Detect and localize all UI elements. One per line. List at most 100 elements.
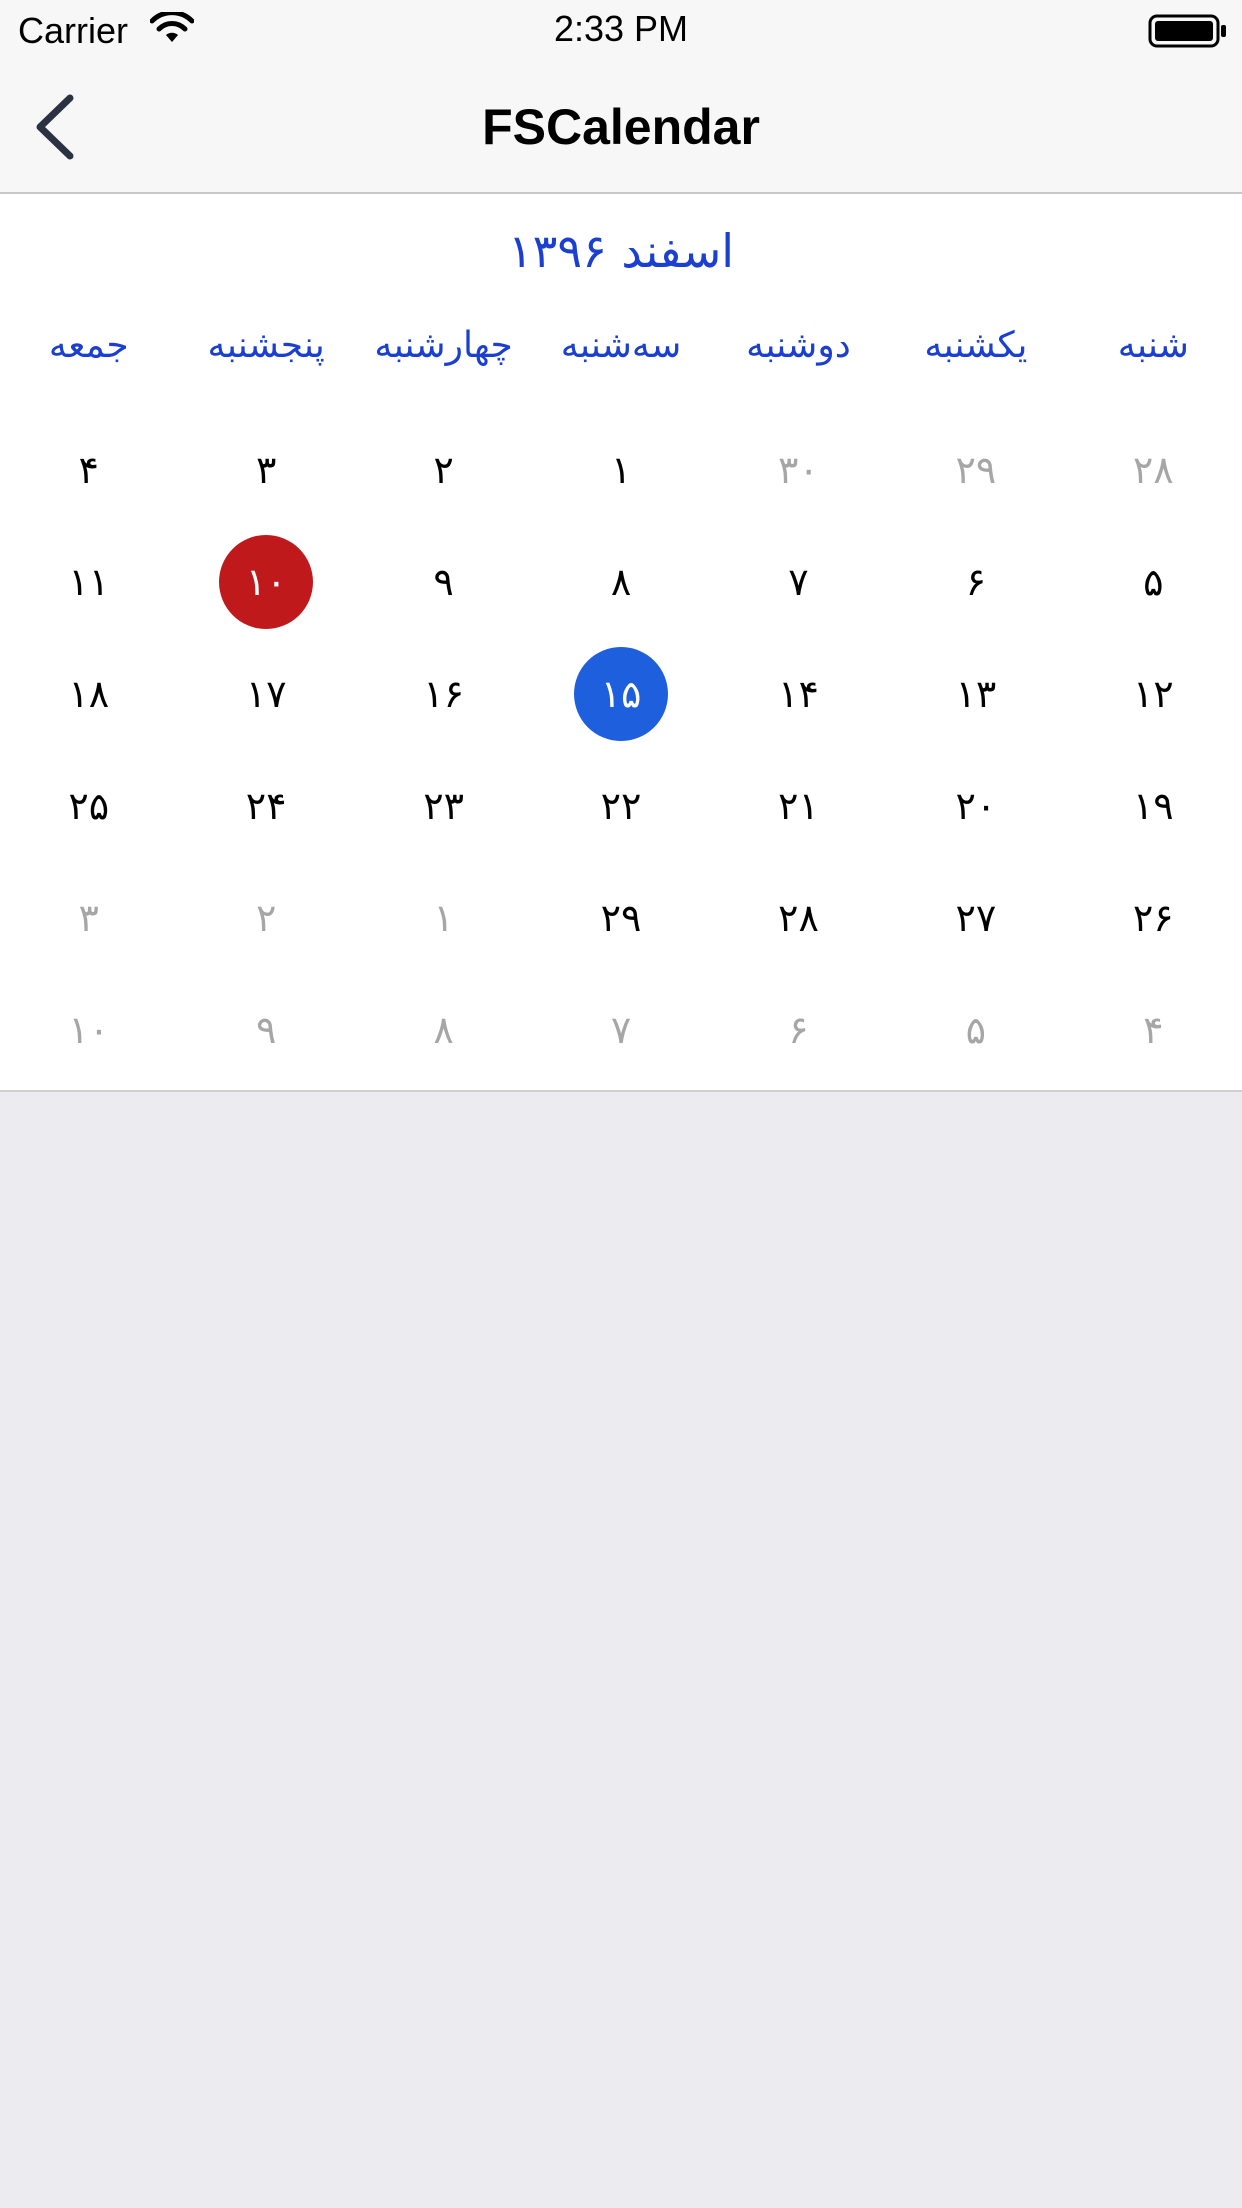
day-number: ۲۶ [1132,896,1174,940]
day-cell-normal[interactable]: ۲۶ [1065,862,1242,974]
weekday-label: دوشنبه [746,325,851,366]
day-number: ۵ [1143,560,1164,604]
day-number: ۲۱ [778,784,819,828]
day-number: ۴ [78,448,99,492]
day-number: ۲ [255,896,277,940]
day-number: ۳ [255,448,277,492]
day-number: ۸ [433,1008,454,1052]
day-number: ۵ [965,1008,987,1052]
weekday-label: چهارشنبه [374,325,513,366]
day-cell-normal[interactable]: ۱۴ [710,638,887,750]
calendar-grid: ۲۸ ۲۹ ۳۰ ۱ ۲ ۳ ۴ ۵ ۶ ۷ ۸ ۹ ۱۰ ۱۱ ۱۲ ۱۳ ۱۴ ۱۵ ۱۶ ۱۷ ۱۸ ۱۹ ۲۰ ۲۱ ۲… [0,414,1242,1086]
day-number: ۲۹ [955,448,997,492]
day-number: ۱۶ [423,672,465,716]
day-cell-outside[interactable]: ۵ [887,974,1064,1086]
day-cell-normal[interactable]: ۸ [532,526,709,638]
day-cell-normal[interactable]: ۲۸ [710,862,887,974]
day-cell-outside[interactable]: ۶ [710,974,887,1086]
day-cell-normal[interactable]: ۴ [0,414,177,526]
day-cell-normal[interactable]: ۲۰ [887,750,1064,862]
day-cell-normal[interactable]: ۲۲ [532,750,709,862]
day-cell-normal[interactable]: ۵ [1065,526,1242,638]
day-cell-normal[interactable]: ۲۵ [0,750,177,862]
day-cell-normal[interactable]: ۶ [887,526,1064,638]
day-number: ۱۴ [778,672,819,716]
day-number: ۱۹ [1132,784,1174,828]
day-cell-normal[interactable]: ۱۹ [1065,750,1242,862]
day-cell-normal[interactable]: ۳ [177,414,354,526]
status-bar: Carrier 2:33 PM [0,0,1242,62]
day-cell-normal[interactable]: ۲۱ [710,750,887,862]
day-cell-normal[interactable]: ۷ [710,526,887,638]
day-cell-normal[interactable]: ۲ [355,414,532,526]
day-number: ۲ [433,448,454,492]
battery-icon [1148,14,1226,48]
day-number: ۸ [610,560,632,604]
day-cell-normal[interactable]: ۱۳ [887,638,1064,750]
day-number: ۳ [78,896,99,940]
day-number: ۲۳ [423,784,465,828]
day-cell-outside[interactable]: ۲۹ [887,414,1064,526]
day-number: ۲۸ [778,896,819,940]
day-cell-normal[interactable]: ۱۷ [177,638,354,750]
weekday-label: جمعه [48,325,129,366]
navigation-bar: FSCalendar [0,62,1242,194]
nav-title: FSCalendar [482,99,760,155]
day-cell-normal[interactable]: ۱۶ [355,638,532,750]
day-number: ۲۵ [68,784,110,828]
day-number: ۲۴ [245,784,287,828]
day-number: ۴ [1143,1008,1164,1052]
day-cell-selected[interactable]: ۱۵ [532,638,709,750]
day-cell-normal[interactable]: ۱۲ [1065,638,1242,750]
day-cell-outside[interactable]: ۳۰ [710,414,887,526]
day-number: ۷ [610,1008,632,1052]
day-cell-normal[interactable]: ۲۹ [532,862,709,974]
day-cell-outside[interactable]: ۲ [177,862,354,974]
week-row: ۱۹ ۲۰ ۲۱ ۲۲ ۲۳ ۲۴ ۲۵ [0,750,1242,862]
day-cell-normal[interactable]: ۲۴ [177,750,354,862]
day-cell-outside[interactable]: ۷ [532,974,709,1086]
day-number: ۱ [610,448,632,492]
day-cell-normal[interactable]: ۹ [355,526,532,638]
day-number: ۱۰ [68,1008,110,1052]
day-number: ۹ [433,560,454,604]
weekday-header: شنبه یکشنبه دوشنبه سه‌شنبه چهارشنبه پنجشنبه جم… [0,316,1242,376]
day-cell-outside[interactable]: ۳ [0,862,177,974]
day-cell-normal[interactable]: ۲۳ [355,750,532,862]
calendar: اسفند ۱۳۹۶ شنبه یکشنبه دوشنبه سه‌شنبه چهارشن… [0,194,1242,1092]
day-cell-outside[interactable]: ۱ [355,862,532,974]
day-cell-outside[interactable]: ۱۰ [0,974,177,1086]
day-number: ۲۰ [955,784,997,828]
week-row: ۲۶ ۲۷ ۲۸ ۲۹ ۱ ۲ ۳ [0,862,1242,974]
day-number: ۶ [965,560,987,604]
day-cell-normal[interactable]: ۱۱ [0,526,177,638]
week-row: ۴ ۵ ۶ ۷ ۸ ۹ ۱۰ [0,974,1242,1086]
day-cell-today[interactable]: ۱۰ [177,526,354,638]
day-number: ۶ [788,1008,809,1052]
day-number: ۱۸ [68,672,110,716]
week-row: ۲۸ ۲۹ ۳۰ ۱ ۲ ۳ ۴ [0,414,1242,526]
day-cell-outside[interactable]: ۸ [355,974,532,1086]
day-number: ۲۸ [1132,448,1174,492]
day-number: ۲۷ [955,896,997,940]
day-cell-normal[interactable]: ۱۸ [0,638,177,750]
day-number: ۹ [255,1008,277,1052]
day-number: ۷ [788,560,809,604]
day-cell-outside[interactable]: ۲۸ [1065,414,1242,526]
status-time: 2:33 PM [553,8,689,49]
day-number: ۱۵ [600,672,642,716]
weekday-label: شنبه [1117,325,1189,366]
day-number: ۱۳ [955,672,997,716]
day-cell-normal[interactable]: ۱ [532,414,709,526]
week-row: ۵ ۶ ۷ ۸ ۹ ۱۰ ۱۱ [0,526,1242,638]
day-cell-normal[interactable]: ۲۷ [887,862,1064,974]
day-number: ۳۰ [778,448,819,492]
weekday-label: یکشنبه [924,325,1028,366]
week-row: ۱۲ ۱۳ ۱۴ ۱۵ ۱۶ ۱۷ ۱۸ [0,638,1242,750]
day-number: ۱۰ [245,560,287,604]
month-title[interactable]: اسفند ۱۳۹۶ [0,224,1242,278]
day-cell-outside[interactable]: ۴ [1065,974,1242,1086]
weekday-label: سه‌شنبه [560,325,682,366]
day-number: ۱۲ [1132,672,1174,716]
day-cell-outside[interactable]: ۹ [177,974,354,1086]
